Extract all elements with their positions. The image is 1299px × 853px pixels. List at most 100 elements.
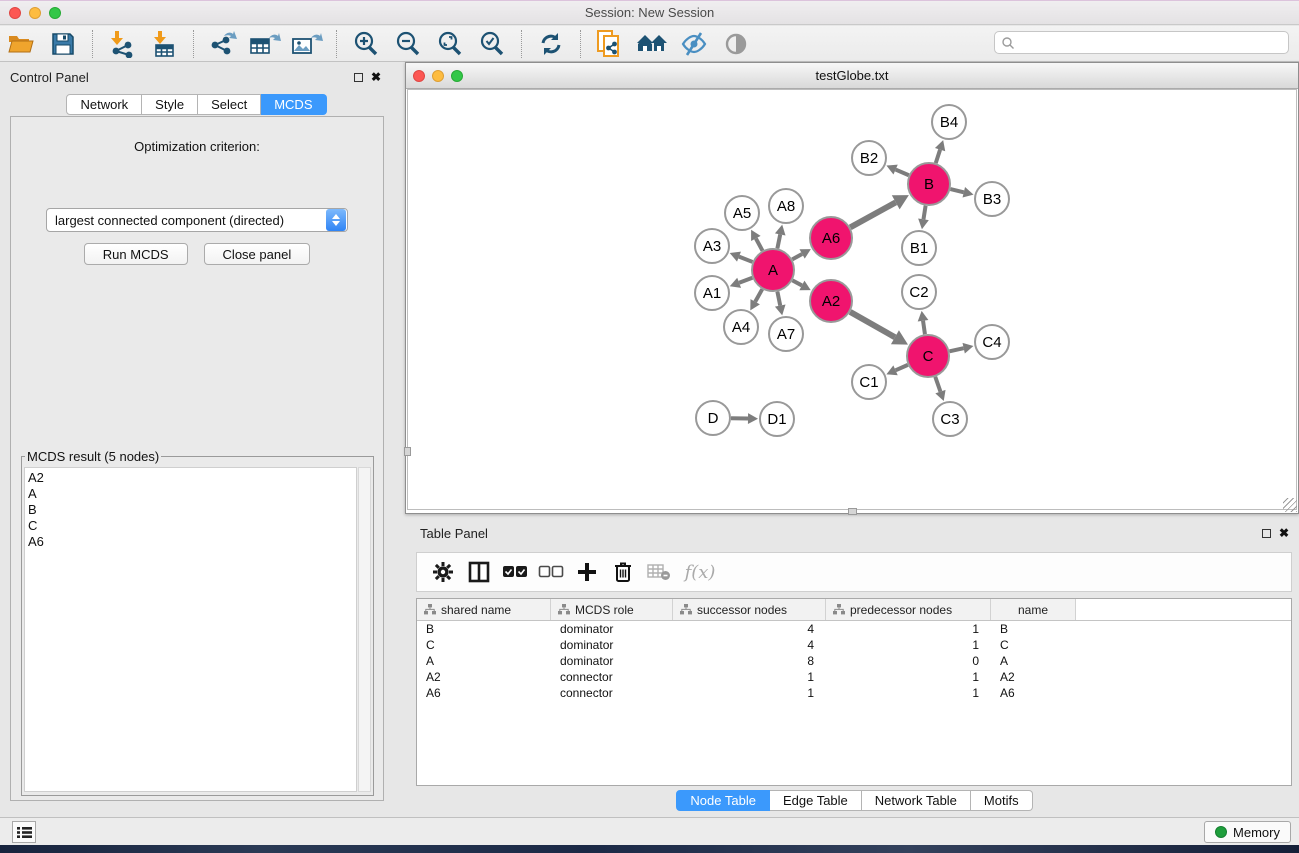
search-input[interactable]	[1015, 34, 1288, 52]
graph-edge-A6-B[interactable]	[850, 202, 895, 227]
network-canvas-svg: AA6A2BCA5A8A3A1A4A7B2B4B3B1C2C4C1C3DD1	[408, 90, 1297, 510]
graph-edge-A-A7[interactable]	[777, 292, 780, 306]
graph-edge-A-A2[interactable]	[792, 280, 801, 285]
gear-icon[interactable]	[428, 557, 458, 587]
tab-edge-table[interactable]: Edge Table	[770, 790, 862, 811]
graph-node-label: C1	[859, 374, 878, 391]
close-panel-icon[interactable]: ✖	[371, 73, 381, 82]
graph-node-label: A6	[822, 230, 840, 247]
zoom-in-icon[interactable]	[349, 29, 383, 59]
column-header-shared-name[interactable]: shared name	[417, 599, 551, 620]
network-canvas[interactable]: AA6A2BCA5A8A3A1A4A7B2B4B3B1C2C4C1C3DD1	[407, 89, 1297, 510]
copy-network-icon[interactable]	[593, 29, 627, 59]
graph-edge-A-A6[interactable]	[792, 254, 802, 259]
graph-edge-B-B2[interactable]	[896, 170, 909, 176]
memory-label: Memory	[1233, 825, 1280, 840]
tab-node-table[interactable]: Node Table	[676, 790, 770, 811]
select-all-icon[interactable]	[500, 557, 530, 587]
graph-node-label: A2	[822, 293, 840, 310]
frame-resize-handle-bottom[interactable]	[848, 508, 857, 515]
frame-resize-grip[interactable]	[1283, 498, 1297, 512]
search-field[interactable]	[994, 31, 1289, 54]
frame-resize-handle-left[interactable]	[404, 447, 411, 456]
hierarchy-icon	[424, 604, 436, 615]
graph-node-label: C4	[982, 334, 1001, 351]
graph-edge-A2-C[interactable]	[850, 312, 895, 337]
result-scrollbar[interactable]	[358, 467, 371, 792]
tab-network[interactable]: Network	[66, 94, 142, 115]
list-icon	[17, 826, 32, 839]
run-mcds-button[interactable]: Run MCDS	[84, 243, 188, 265]
close-panel-button[interactable]: Close panel	[204, 243, 311, 265]
chevron-up-down-icon	[326, 209, 346, 231]
list-item[interactable]: A6	[28, 534, 356, 550]
tab-network-table[interactable]: Network Table	[862, 790, 971, 811]
tab-mcds[interactable]: MCDS	[261, 94, 326, 115]
zoom-fit-icon[interactable]	[433, 29, 467, 59]
deselect-all-icon[interactable]	[536, 557, 566, 587]
table-row[interactable]: A6 connector 1 1 A6	[417, 685, 1291, 701]
column-header-mcds-role[interactable]: MCDS role	[551, 599, 673, 620]
table-row[interactable]: A dominator 8 0 A	[417, 653, 1291, 669]
delete-column-icon[interactable]	[608, 557, 638, 587]
graph-edge-C-C2[interactable]	[923, 321, 925, 334]
graph-edge-A-A8[interactable]	[777, 234, 780, 248]
close-panel-icon[interactable]: ✖	[1279, 529, 1289, 538]
graph-edge-A-A4[interactable]	[755, 289, 762, 302]
task-history-button[interactable]	[12, 821, 36, 843]
graph-edge-A-A3[interactable]	[739, 257, 753, 262]
graph-edge-C-C3[interactable]	[935, 377, 940, 392]
hide-selected-icon[interactable]	[677, 29, 711, 59]
table-row[interactable]: A2 connector 1 1 A2	[417, 669, 1291, 685]
hierarchy-icon	[680, 604, 692, 615]
graph-node-label: C	[923, 348, 934, 365]
zoom-out-icon[interactable]	[391, 29, 425, 59]
graph-node-label: B1	[910, 240, 928, 257]
list-item[interactable]: B	[28, 502, 356, 518]
graph-node-label: A5	[733, 205, 751, 222]
table-row[interactable]: C dominator 4 1 C	[417, 637, 1291, 653]
graph-edge-A-A5[interactable]	[756, 238, 763, 250]
export-network-icon[interactable]	[206, 29, 240, 59]
float-panel-icon[interactable]	[1262, 529, 1271, 538]
show-all-icon[interactable]	[719, 29, 753, 59]
first-neighbors-icon[interactable]	[635, 29, 669, 59]
graph-edge-B-B1[interactable]	[923, 206, 925, 220]
zoom-selected-icon[interactable]	[475, 29, 509, 59]
tab-motifs[interactable]: Motifs	[971, 790, 1033, 811]
refresh-layout-icon[interactable]	[534, 29, 568, 59]
graph-edge-A-A1[interactable]	[739, 278, 752, 283]
graph-edge-B-B3[interactable]	[950, 189, 963, 192]
import-table-icon[interactable]	[147, 29, 181, 59]
import-network-icon[interactable]	[105, 29, 139, 59]
column-settings-icon[interactable]	[464, 557, 494, 587]
graph-node-label: D	[708, 410, 719, 427]
table-row[interactable]: B dominator 4 1 B	[417, 621, 1291, 637]
optimization-criterion-select[interactable]: largest connected component (directed)	[46, 208, 348, 232]
column-header-successor-nodes[interactable]: successor nodes	[673, 599, 826, 620]
graph-edge-arrowhead	[918, 311, 929, 322]
open-session-icon[interactable]	[4, 29, 38, 59]
graph-edge-C-C4[interactable]	[949, 348, 963, 351]
tab-select[interactable]: Select	[198, 94, 261, 115]
graph-edge-arrowhead	[918, 219, 929, 230]
list-item[interactable]: C	[28, 518, 356, 534]
optimization-criterion-label: Optimization criterion:	[11, 139, 383, 154]
save-session-icon[interactable]	[46, 29, 80, 59]
graph-edge-B-B4[interactable]	[936, 150, 940, 163]
export-image-icon[interactable]	[290, 29, 324, 59]
tab-style[interactable]: Style	[142, 94, 198, 115]
graph-edge-C-C1[interactable]	[896, 365, 908, 370]
toolbar-separator	[92, 30, 93, 58]
export-table-icon[interactable]	[248, 29, 282, 59]
mcds-result-group: MCDS result (5 nodes) A2 A B C A6	[21, 449, 374, 796]
column-header-name[interactable]: name	[991, 599, 1076, 620]
memory-button[interactable]: Memory	[1204, 821, 1291, 843]
column-header-predecessor-nodes[interactable]: predecessor nodes	[826, 599, 991, 620]
list-item[interactable]: A	[28, 486, 356, 502]
network-window-titlebar[interactable]: testGlobe.txt	[406, 63, 1298, 89]
add-column-icon[interactable]	[572, 557, 602, 587]
float-panel-icon[interactable]	[354, 73, 363, 82]
hierarchy-icon	[833, 604, 845, 615]
list-item[interactable]: A2	[28, 470, 356, 486]
